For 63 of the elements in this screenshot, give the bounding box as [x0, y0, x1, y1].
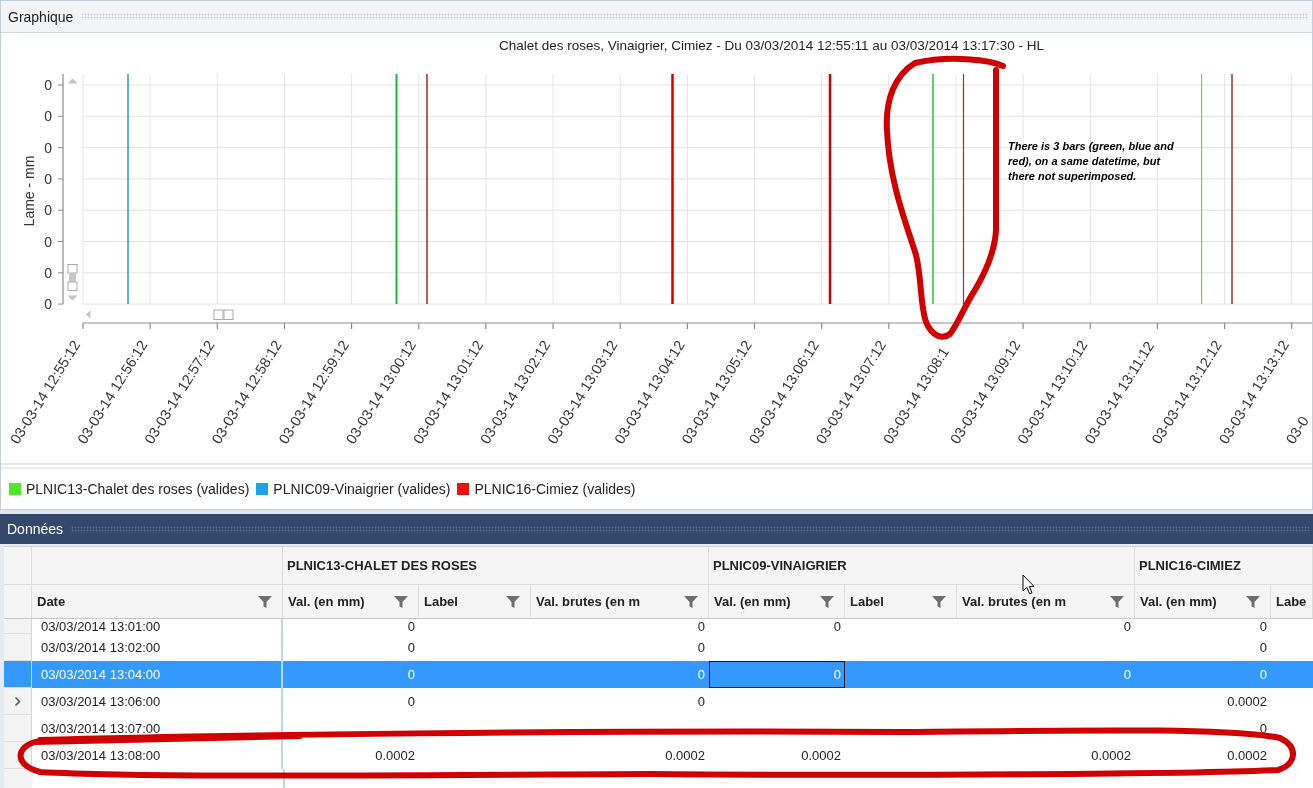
panel-title: Graphique [7, 8, 75, 25]
axis-label: 0 [44, 233, 52, 250]
table-cell: 0 [709, 661, 845, 688]
table-cell-text: 0 [1122, 666, 1132, 684]
table-cell-text: 0 [406, 619, 416, 634]
down-arrow-icon[interactable] [67, 295, 78, 301]
scrollbar-thumb[interactable] [67, 264, 78, 291]
column-header[interactable]: Val. (en mm) [1135, 585, 1271, 618]
axis-label: 0 [44, 77, 52, 93]
legend-label: PLNIC09-Vinaigrier (valides) [273, 481, 451, 497]
axis-label: 0 [44, 170, 52, 187]
filter-icon[interactable] [820, 594, 834, 609]
table-cell-text: 0 [696, 666, 706, 684]
group-header: PLNIC13-CHALET DES ROSES [283, 547, 709, 584]
axis-label: 0 [44, 139, 52, 156]
table-cell-text: 0 [406, 666, 416, 684]
table-cell-text: 0 [696, 693, 706, 711]
table-cell-text: 0 [696, 619, 706, 634]
column-header[interactable]: Labe [1271, 585, 1313, 618]
filter-icon[interactable] [1246, 594, 1260, 609]
table-cell-text: 0 [1258, 619, 1268, 634]
filter-icon[interactable] [684, 594, 698, 609]
legend-label: PLNIC16-Cimiez (valides) [474, 481, 636, 497]
row-header[interactable] [4, 661, 32, 688]
table-cell-text: 0.0002 [800, 747, 842, 765]
column-header[interactable]: Date [32, 585, 283, 618]
table-cell-text: 0.0002 [374, 747, 416, 765]
up-arrow-icon[interactable] [67, 78, 78, 84]
row-header[interactable] [4, 688, 32, 715]
table-cell-text: 0 [1258, 666, 1268, 684]
column-header[interactable]: Val. (en mm) [283, 585, 419, 618]
column-header[interactable]: Label [419, 585, 531, 618]
column-header[interactable]: Val. brutes (en m [531, 585, 709, 618]
table-cell-text: 0.0002 [664, 747, 706, 765]
annotation-note: There is 3 bars (green, blue and red), on a same datetime, but there not superimposed. [1008, 139, 1175, 184]
chart-title: Chalet des roses, Vinaigrier, Cimiez - Du 03/03/2014 12:55:11 au 03/03/2014 13:17:30 - HL [499, 38, 1045, 53]
scrollbar-thumb[interactable] [213, 309, 234, 320]
filter-icon[interactable] [932, 594, 946, 609]
table-cell-text: 0.0002 [1090, 747, 1132, 765]
table-cell-text: 0.0002 [1226, 747, 1268, 765]
column-header[interactable]: Val. (en mm) [709, 585, 845, 618]
axis-label: 0 [44, 108, 52, 125]
filter-icon[interactable] [1110, 594, 1124, 609]
filter-icon[interactable] [258, 594, 272, 609]
left-arrow-icon[interactable] [86, 310, 91, 319]
axis-title: Lame - mm [21, 155, 37, 227]
filter-icon[interactable] [394, 594, 408, 609]
group-header: PLNIC16-CIMIEZ [1135, 547, 1313, 584]
axis-label: 0 [44, 202, 52, 219]
table-cell-text: 0 [406, 693, 416, 711]
table-cell-text: 0 [406, 639, 416, 657]
filter-icon[interactable] [506, 594, 520, 609]
table-cell-text: 0 [696, 639, 706, 657]
panel-title: Données [6, 521, 65, 537]
table-cell-text: 0 [1258, 639, 1268, 657]
axis-label: 0 [44, 264, 52, 281]
column-header[interactable]: Label [845, 585, 957, 618]
axis-label: 0 [44, 296, 52, 313]
table-cell: 03/03/2014 13:08:00 [32, 742, 283, 769]
table-cell-text: 0 [1122, 619, 1132, 634]
legend-label: PLNIC13-Chalet des roses (valides) [26, 481, 250, 497]
table-cell-text: 0 [832, 619, 842, 634]
table-cell-text: 0.0002 [1226, 693, 1268, 711]
